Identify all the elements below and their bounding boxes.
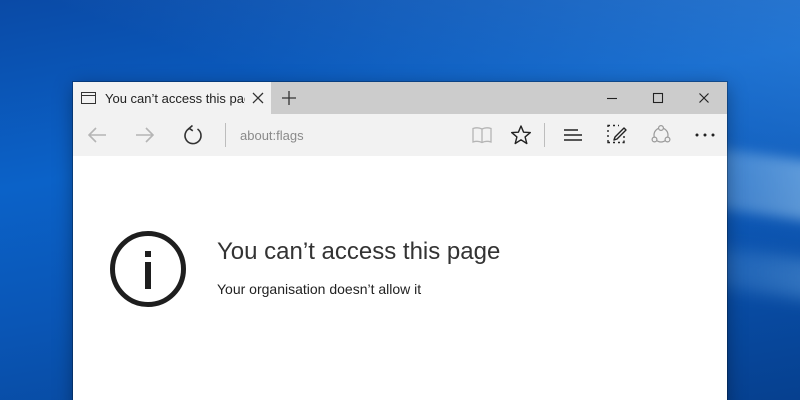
refresh-icon — [184, 124, 202, 145]
forward-button[interactable] — [121, 114, 169, 156]
toolbar-divider — [544, 123, 545, 147]
minimize-button[interactable] — [589, 82, 635, 114]
error-title: You can’t access this page — [217, 238, 501, 265]
title-bar: You can’t access this page — [73, 82, 727, 114]
arrow-left-icon — [87, 127, 106, 143]
pen-note-icon — [607, 124, 627, 144]
new-tab-button[interactable] — [271, 82, 307, 114]
address-divider — [225, 123, 226, 147]
favorite-button[interactable] — [504, 114, 538, 156]
maximize-icon — [652, 92, 664, 104]
book-icon — [472, 127, 492, 144]
address-input[interactable] — [240, 127, 450, 143]
toolbar-actions — [460, 114, 727, 156]
more-button[interactable] — [683, 114, 727, 156]
tab-active[interactable]: You can’t access this page — [73, 82, 271, 114]
tab-title: You can’t access this page — [105, 90, 245, 106]
plus-icon — [282, 91, 296, 105]
page-icon — [81, 92, 96, 104]
refresh-button[interactable] — [169, 114, 217, 156]
info-icon — [110, 231, 186, 307]
hub-button[interactable] — [551, 114, 595, 156]
window-controls — [589, 82, 727, 114]
minimize-icon — [607, 97, 617, 100]
more-icon — [695, 133, 715, 137]
browser-window: You can’t access this page about:flags Y… — [73, 82, 727, 400]
close-icon — [699, 93, 709, 103]
star-icon — [511, 125, 531, 145]
back-button[interactable] — [73, 114, 121, 156]
navigation-bar — [73, 114, 727, 156]
arrow-right-icon — [136, 127, 155, 143]
tab-close-icon[interactable] — [251, 91, 265, 105]
maximize-button[interactable] — [635, 82, 681, 114]
error-message: Your organisation doesn’t allow it — [217, 281, 422, 297]
web-note-button[interactable] — [595, 114, 639, 156]
reading-view-button[interactable] — [460, 114, 504, 156]
share-icon — [651, 124, 671, 143]
share-button[interactable] — [639, 114, 683, 156]
hub-lines-icon — [564, 129, 582, 141]
page-content: You can’t access this page Your organisa… — [73, 156, 727, 400]
close-window-button[interactable] — [681, 82, 727, 114]
desktop-background: You can’t access this page about:flags Y… — [0, 0, 800, 400]
